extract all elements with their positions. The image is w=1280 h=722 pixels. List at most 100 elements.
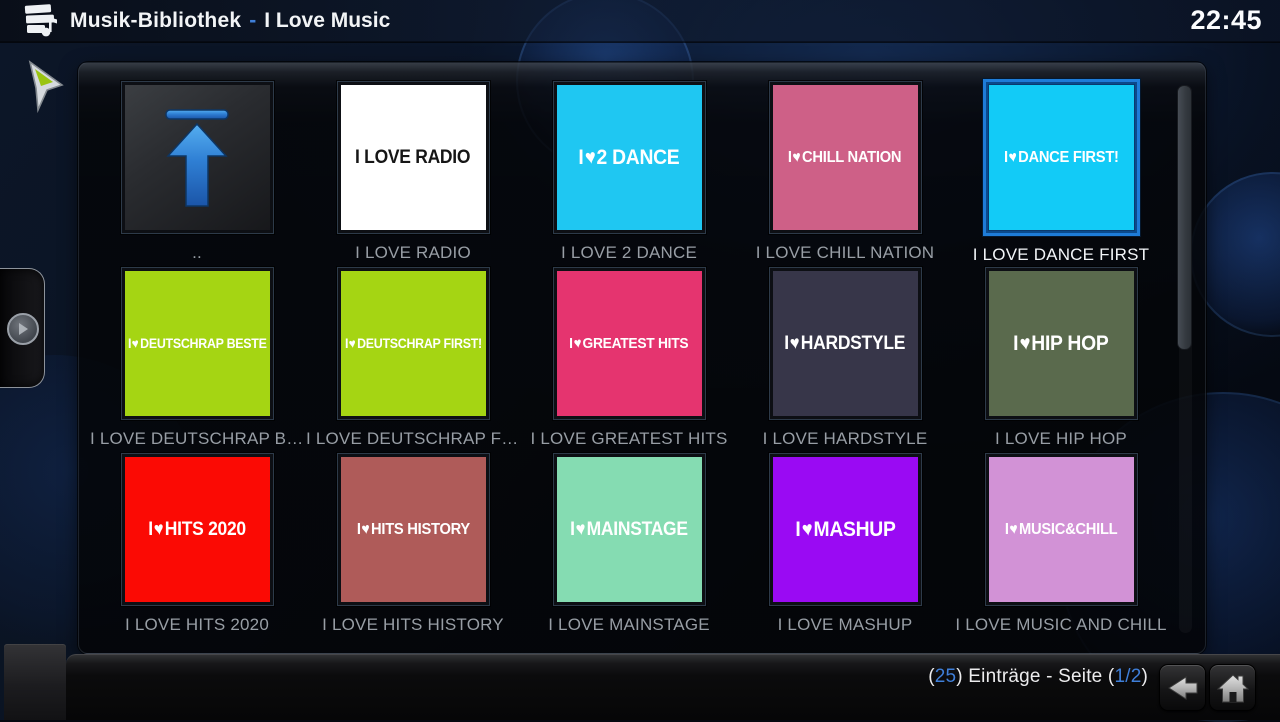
station-tile[interactable]: I LOVE RADIO [337,81,490,234]
station-label: I LOVE CHILL NATION [756,243,935,263]
up-arrow-icon [158,106,236,210]
heart-icon: ♥ [153,520,165,539]
grid-cell: I LOVE RADIO I LOVE RADIO [305,81,521,267]
station-artwork: I♥2 DANCE [557,85,702,230]
station-tile[interactable]: I♥MAINSTAGE [553,453,706,606]
home-button[interactable] [1209,664,1256,711]
station-tile[interactable]: I♥HIP HOP [985,267,1138,420]
side-panel-handle[interactable] [0,268,45,388]
station-label: I LOVE 2 DANCE [561,243,697,263]
station-logo-text: I♥GREATEST HITS [569,336,688,351]
heart-icon: ♥ [800,519,813,540]
station-tile[interactable]: I♥DEUTSCHRAP FIRST! [337,267,490,420]
heart-icon: ♥ [348,337,356,351]
station-tile[interactable]: I♥CHILL NATION [769,81,922,234]
station-logo-text: I♥HITS HISTORY [356,522,469,538]
station-artwork: I♥HITS 2020 [125,457,270,602]
grid-cell: I♥GREATEST HITS I LOVE GREATEST HITS [521,267,737,453]
heart-icon: ♥ [573,336,582,351]
expand-button[interactable] [7,313,39,345]
grid-cell: .. [89,81,305,267]
page-subtitle: I Love Music [264,9,390,33]
grid-cell: I♥HITS HISTORY I LOVE HITS HISTORY [305,453,521,639]
station-logo-text: I♥HIP HOP [1013,333,1108,354]
station-tile[interactable]: I♥DEUTSCHRAP BESTE [121,267,274,420]
station-tile[interactable] [121,81,274,234]
page-number: 1/2 [1114,666,1141,687]
station-artwork [125,85,270,230]
scrollbar-thumb[interactable] [1177,85,1192,350]
breadcrumb: Musik-Bibliothek - I Love Music [70,9,390,33]
status-text: ) [1141,666,1148,687]
station-logo-text: I LOVE RADIO [355,148,470,167]
station-artwork: I♥MUSIC&CHILL [989,457,1134,602]
grid-cell: I♥HARDSTYLE I LOVE HARDSTYLE [737,267,953,453]
side-tab-arrow-icon [17,322,29,336]
station-tile[interactable]: I♥MASHUP [769,453,922,606]
grid-cell: I♥MUSIC&CHILL I LOVE MUSIC AND CHILL [953,453,1169,639]
heart-icon: ♥ [1009,521,1019,537]
station-logo-text: I♥DEUTSCHRAP FIRST! [345,337,482,351]
grid-cell: I♥MAINSTAGE I LOVE MAINSTAGE [521,453,737,639]
station-label: I LOVE HITS 2020 [125,615,269,635]
station-logo-text: I♥HARDSTYLE [785,334,906,353]
heart-icon: ♥ [1008,149,1018,165]
station-label: I LOVE DANCE FIRST [973,245,1149,265]
grid-cell: I♥DEUTSCHRAP FIRST! I LOVE DEUTSCHRAP FI… [305,267,521,453]
entries-count: 25 [935,666,957,687]
station-logo-text: I♥MASHUP [795,519,895,540]
grid-cell: I♥2 DANCE I LOVE 2 DANCE [521,81,737,267]
station-tile[interactable]: I♥2 DANCE [553,81,706,234]
station-artwork: I♥DEUTSCHRAP FIRST! [341,271,486,416]
heart-icon: ♥ [789,334,801,353]
media-panel: .. I LOVE RADIO I LOVE RADIO [78,62,1206,654]
station-label: I LOVE DEUTSCHRAP BE... [90,429,304,449]
station-logo-text: I♥2 DANCE [578,147,679,168]
station-tile[interactable]: I♥HITS 2020 [121,453,274,606]
station-label: I LOVE MASHUP [778,615,913,635]
station-label: .. [192,243,202,263]
home-icon [1216,672,1250,704]
station-label: I LOVE GREATEST HITS [530,429,727,449]
station-tile[interactable]: I♥MUSIC&CHILL [985,453,1138,606]
station-tile[interactable]: I♥DANCE FIRST! [983,79,1140,236]
heart-icon: ♥ [584,147,597,168]
station-artwork: I♥HITS HISTORY [341,457,486,602]
clock: 22:45 [1190,5,1262,36]
station-tile[interactable]: I♥HARDSTYLE [769,267,922,420]
station-tile[interactable]: I♥HITS HISTORY [337,453,490,606]
title-separator: - [249,9,256,33]
back-button[interactable] [1159,664,1206,711]
page-title: Musik-Bibliothek [70,9,241,33]
station-label: I LOVE HARDSTYLE [763,429,928,449]
heart-icon: ♥ [575,520,587,539]
station-logo-text: I♥DEUTSCHRAP BESTE [128,337,267,351]
grid-cell: I♥MASHUP I LOVE MASHUP [737,453,953,639]
grid-cell: I♥HIP HOP I LOVE HIP HOP [953,267,1169,453]
grid-cell: I♥CHILL NATION I LOVE CHILL NATION [737,81,953,267]
station-artwork: I♥MAINSTAGE [557,457,702,602]
station-artwork: I♥DEUTSCHRAP BESTE [125,271,270,416]
station-logo-text: I♥MUSIC&CHILL [1005,522,1117,538]
station-artwork: I♥MASHUP [773,457,918,602]
station-logo-text: I♥CHILL NATION [788,150,901,166]
station-artwork: I♥CHILL NATION [773,85,918,230]
station-label: I LOVE HIP HOP [995,429,1127,449]
station-tile[interactable]: I♥GREATEST HITS [553,267,706,420]
station-artwork: I♥GREATEST HITS [557,271,702,416]
station-artwork: I♥DANCE FIRST! [989,85,1134,230]
station-artwork: I♥HIP HOP [989,271,1134,416]
back-arrow-icon [1166,673,1200,703]
station-logo-text: I♥DANCE FIRST! [1004,150,1119,166]
heart-icon: ♥ [131,337,139,351]
station-label: I LOVE RADIO [355,243,471,263]
grid-cell: I♥HITS 2020 I LOVE HITS 2020 [89,453,305,639]
entries-page-status: (25) Einträge - Seite (1/2) [928,666,1148,688]
station-logo-text: I♥MAINSTAGE [570,520,688,539]
top-bar: Musik-Bibliothek - I Love Music 22:45 [0,0,1280,42]
station-label: I LOVE DEUTSCHRAP FI... [306,429,520,449]
grid-cell: I♥DEUTSCHRAP BESTE I LOVE DEUTSCHRAP BE.… [89,267,305,453]
footer-left-block [4,644,66,720]
station-grid: .. I LOVE RADIO I LOVE RADIO [89,81,1169,639]
heart-icon: ♥ [1018,333,1031,354]
